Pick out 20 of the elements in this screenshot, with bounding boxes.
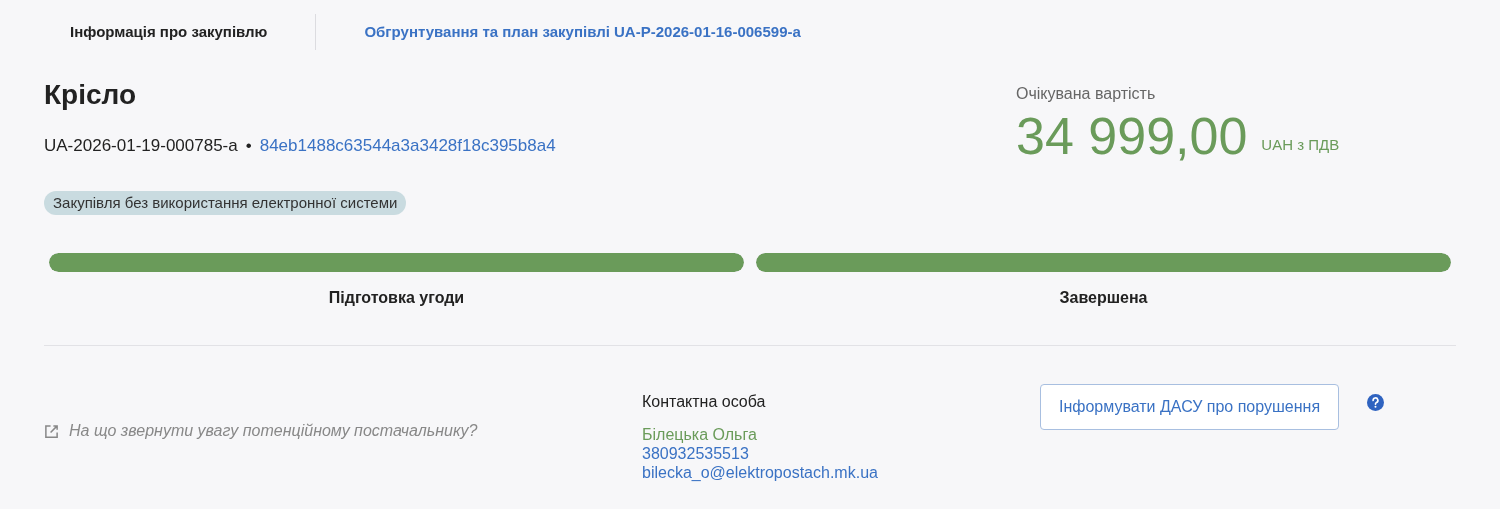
stage-label: Підготовка угоди: [328, 288, 465, 308]
contact-phone[interactable]: 380932535513: [642, 444, 1040, 463]
report-button[interactable]: Інформувати ДАСУ про порушення: [1040, 384, 1340, 430]
currency-label: UAH з ПДВ: [1261, 134, 1340, 155]
contact-name: Білецька Ольга: [642, 425, 758, 444]
stage-label: Завершена: [1059, 288, 1148, 308]
tender-id: UA-2026-01-19-000785-a: [44, 135, 238, 157]
separator: •: [245, 135, 252, 157]
supplier-hint-link[interactable]: На що звернути увагу потенційному постачальнику?: [69, 419, 478, 443]
expected-value-amount: 34 999,00: [1016, 106, 1248, 166]
tab[interactable]: Інформація про закупівлю: [50, 16, 288, 48]
expected-value-label: Очікувана вартість: [1016, 84, 1157, 104]
help-icon[interactable]: [1367, 394, 1385, 411]
external-link-icon: [44, 423, 59, 439]
contact-email[interactable]: bilecka_o@elektropostach.mk.ua: [642, 463, 1040, 482]
tab[interactable]: Обгрунтування та план закупівлі UA-P-2026-01-16-006599-a: [344, 16, 821, 48]
page-title: Крісло: [44, 78, 138, 112]
procurement-badge: Закупівля без використання електронної системи: [44, 190, 407, 215]
hash-link[interactable]: 84eb1488c63544a3a3428f18c395b8a4: [259, 133, 556, 159]
contact-heading: Контактна особа: [642, 392, 767, 411]
